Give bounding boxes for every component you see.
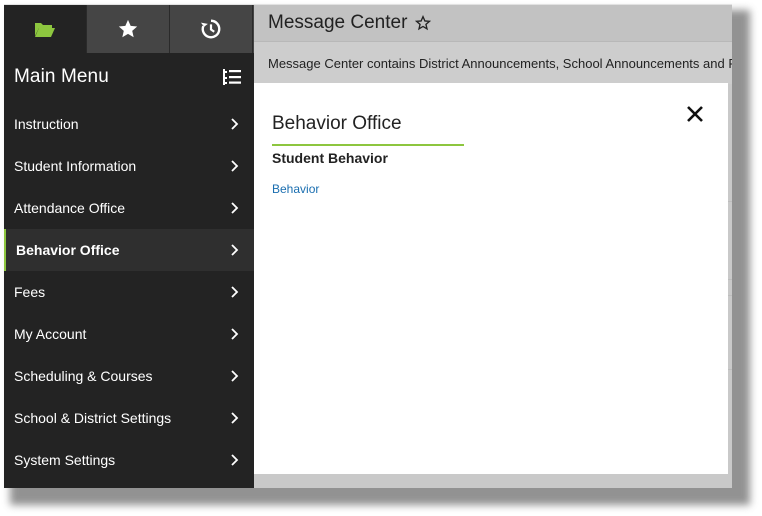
panel-title-underline	[272, 144, 464, 146]
tab-favorites[interactable]	[87, 5, 170, 53]
star-icon	[118, 19, 138, 38]
history-icon	[200, 19, 221, 39]
sidebar-item-my-account[interactable]: My Account	[4, 313, 254, 355]
chevron-right-icon	[231, 370, 239, 382]
sidebar-item-label: System Settings	[14, 452, 116, 468]
chevron-right-icon	[231, 286, 239, 298]
chevron-right-icon	[231, 118, 239, 130]
sidebar-item-behavior-office[interactable]: Behavior Office	[4, 229, 254, 271]
panel-title: Behavior Office	[272, 113, 402, 134]
sidebar-item-scheduling-courses[interactable]: Scheduling & Courses	[4, 355, 254, 397]
chevron-right-icon	[231, 244, 239, 256]
sidebar-item-label: Scheduling & Courses	[14, 368, 153, 384]
sidebar-item-label: School & District Settings	[14, 410, 172, 426]
sidebar-item-instruction[interactable]: Instruction	[4, 103, 254, 145]
close-icon[interactable]	[684, 103, 706, 125]
star-outline-icon[interactable]	[415, 15, 432, 31]
menu-list-icon[interactable]	[222, 68, 242, 86]
sidebar-item-label: Fees	[14, 284, 46, 300]
main-menu-title: Main Menu	[14, 66, 109, 87]
page-header: Message Center	[254, 5, 732, 41]
behavior-link[interactable]: Behavior	[272, 182, 319, 196]
main-content: Message Center Message Center contains D…	[254, 5, 732, 488]
page-title: Message Center	[268, 12, 408, 33]
message-bar-text: Message Center contains District Announc…	[268, 55, 732, 71]
sidebar-item-label: Student Information	[14, 158, 137, 174]
sidebar-item-attendance-office[interactable]: Attendance Office	[4, 187, 254, 229]
sidebar-item-label: Behavior Office	[16, 242, 120, 258]
sidebar: Main Menu Instruction Student Informatio…	[4, 5, 254, 488]
tab-main-menu[interactable]	[4, 5, 87, 53]
sidebar-item-label: My Account	[14, 326, 87, 342]
chevron-right-icon	[231, 202, 239, 214]
sidebar-item-label: Attendance Office	[14, 200, 126, 216]
folder-open-icon	[35, 23, 55, 37]
chevron-right-icon	[231, 160, 239, 172]
bottom-bar	[254, 474, 732, 488]
sidebar-item-label: Instruction	[14, 116, 79, 132]
main-menu-list: Instruction Student Information Attendan…	[4, 103, 254, 481]
section-title-student-behavior: Student Behavior	[272, 150, 388, 166]
sidebar-tabs	[4, 5, 254, 53]
chevron-right-icon	[231, 454, 239, 466]
behavior-office-panel: Behavior Office Student Behavior Behavio…	[254, 83, 728, 474]
main-menu-header: Main Menu	[4, 53, 254, 101]
sidebar-item-school-district-settings[interactable]: School & District Settings	[4, 397, 254, 439]
tab-history[interactable]	[170, 5, 253, 53]
app-window: Main Menu Instruction Student Informatio…	[4, 4, 732, 488]
sidebar-item-fees[interactable]: Fees	[4, 271, 254, 313]
sidebar-item-system-settings[interactable]: System Settings	[4, 439, 254, 481]
message-bar: Message Center contains District Announc…	[254, 41, 732, 84]
chevron-right-icon	[231, 328, 239, 340]
chevron-right-icon	[231, 412, 239, 424]
sidebar-item-student-information[interactable]: Student Information	[4, 145, 254, 187]
